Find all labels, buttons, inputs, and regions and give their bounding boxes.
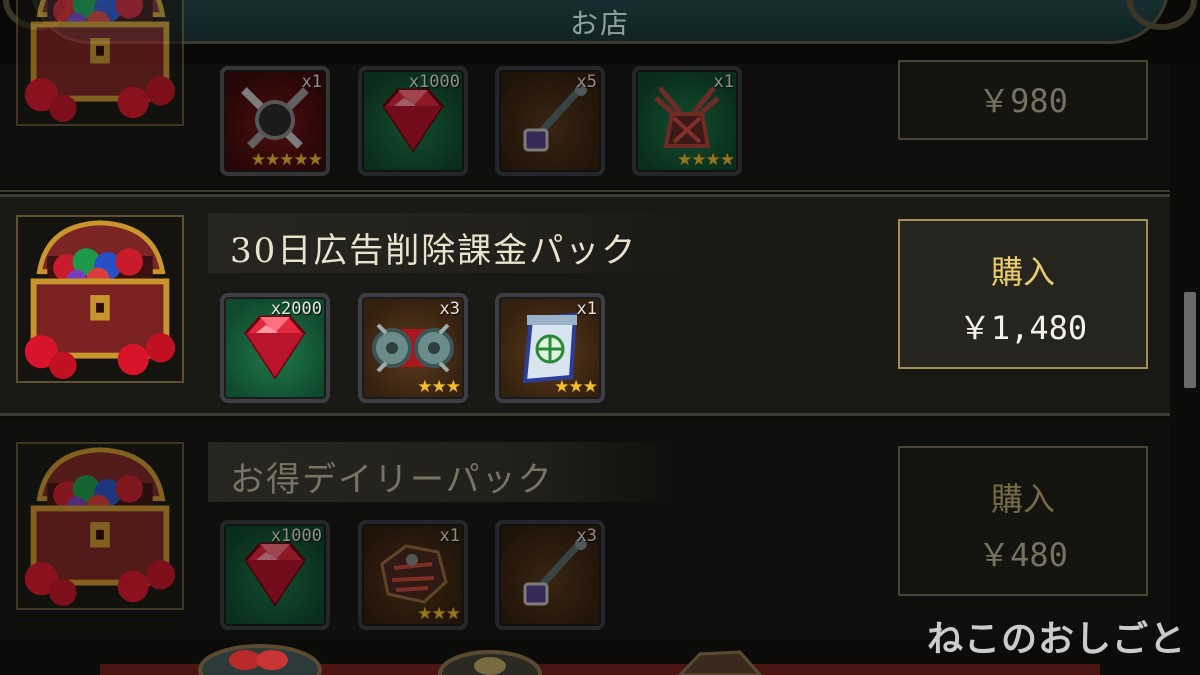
buy-button[interactable]: 購入 ￥1,480 [898, 219, 1148, 369]
price-label: ￥1,480 [958, 309, 1088, 347]
item-quantity: x3 [576, 526, 597, 546]
item-quantity: x1000 [408, 72, 460, 92]
pack-item[interactable]: x2000 [220, 293, 330, 403]
crossed-swords-icon [234, 84, 316, 156]
pack-item[interactable]: x1 ★★★★ [632, 66, 742, 176]
magic-scroll-icon [509, 311, 591, 383]
item-rarity-stars: ★★★★ [677, 150, 735, 170]
beast-armor-icon [372, 538, 454, 610]
item-quantity: x1 [576, 299, 597, 319]
pack-title: お得デイリーパック [208, 442, 678, 502]
item-rarity-stars: ★★★★★ [250, 150, 323, 170]
item-quantity: x3 [439, 299, 460, 319]
pack-item[interactable]: x1000 [220, 520, 330, 630]
pack-item[interactable]: x3 ★★★ [358, 293, 468, 403]
price-label: ￥480 [978, 536, 1068, 574]
scrollbar-thumb[interactable] [1184, 292, 1196, 388]
pack-row-selected: 30日広告削除課金パック x2000 x3 ★★★ x1 ★★★ 購入 ￥1,4… [0, 194, 1170, 416]
price-label: ￥980 [978, 82, 1068, 120]
spiked-roller-icon [372, 311, 454, 383]
pack-item[interactable]: x1 ★★★ [495, 293, 605, 403]
buy-button[interactable]: 購入 ￥480 [898, 446, 1148, 596]
pack-item[interactable]: x1 ★★★★★ [220, 66, 330, 176]
pack-item[interactable]: x1 ★★★ [358, 520, 468, 630]
pack-title: 30日広告削除課金パック [208, 213, 713, 273]
item-rarity-stars: ★★★ [417, 377, 461, 397]
ruby-gem-icon [234, 538, 316, 610]
watermark: ねこのおしごと [926, 619, 1186, 660]
key-staff-icon [509, 84, 591, 156]
key-staff-icon [509, 538, 591, 610]
treasure-chest-icon [16, 442, 184, 610]
buy-label: 購入 [990, 480, 1055, 518]
pack-item[interactable]: x3 [495, 520, 605, 630]
item-rarity-stars: ★★★ [417, 604, 461, 624]
pack-item[interactable]: x5 [495, 66, 605, 176]
item-rarity-stars: ★★★ [554, 377, 598, 397]
buy-label: 購入 [990, 253, 1055, 291]
treasure-chest-icon [16, 215, 184, 383]
pack-item[interactable]: x1000 [358, 66, 468, 176]
spider-creature-icon [646, 84, 728, 156]
buy-button[interactable]: ￥980 [898, 60, 1148, 140]
item-quantity: x1 [301, 72, 322, 92]
ruby-gem-icon [234, 311, 316, 383]
treasure-chest-icon [16, 0, 184, 126]
item-quantity: x5 [576, 72, 597, 92]
ruby-gem-icon [372, 84, 454, 156]
pack-row: x1 ★★★★★ x1000 x5 x1 ★★★★ ￥980 [0, 0, 1170, 190]
row-divider [0, 190, 1170, 192]
item-quantity: x1 [713, 72, 734, 92]
item-quantity: x1000 [270, 526, 322, 546]
item-quantity: x1 [439, 526, 460, 546]
item-quantity: x2000 [270, 299, 322, 319]
